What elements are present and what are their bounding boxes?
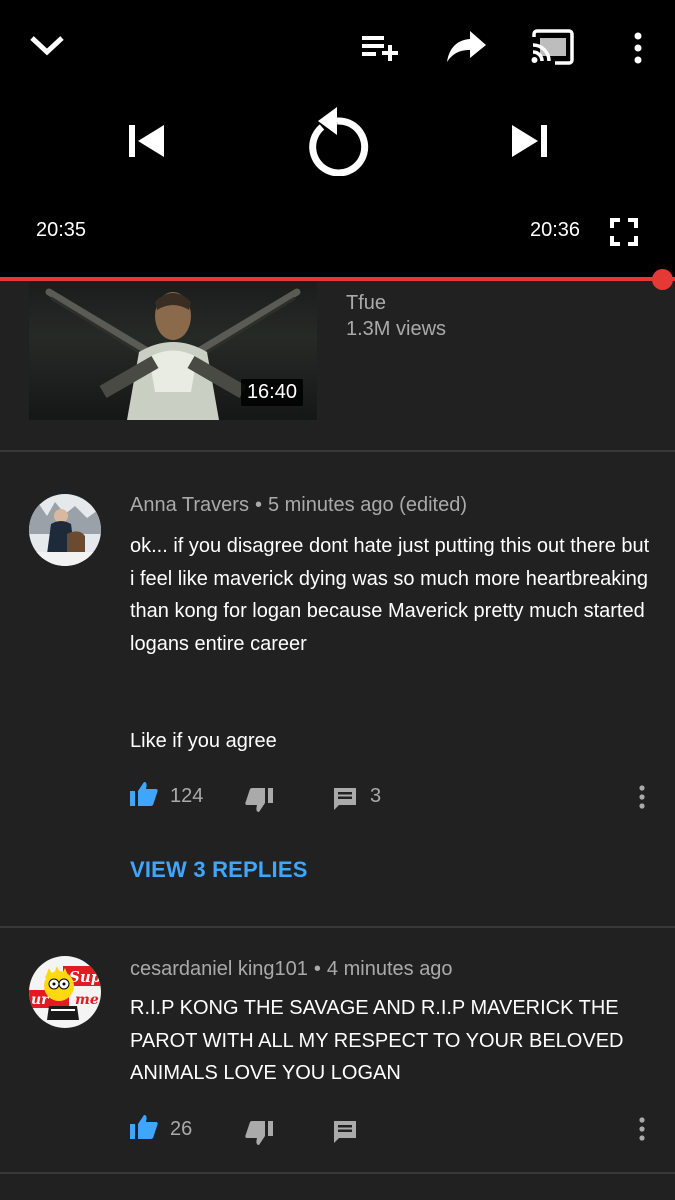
comment-text: R.I.P KONG THE SAVAGE AND R.I.P MAVERICK… [130, 997, 628, 1084]
next-icon[interactable] [510, 124, 548, 158]
dislike-icon[interactable] [245, 787, 273, 813]
divider [0, 1172, 675, 1174]
comment-time: 4 minutes ago [326, 958, 453, 980]
replay-icon[interactable] [304, 106, 370, 176]
avatar[interactable]: Sup ur me [29, 956, 101, 1028]
comment-author[interactable]: Anna Travers [130, 494, 249, 516]
cast-icon[interactable] [531, 29, 575, 65]
comment: Sup ur me cesardaniel king101 • 4 minutes … [0, 928, 675, 1172]
dislike-icon[interactable] [245, 1120, 273, 1146]
video-player[interactable]: 20:35 20:36 [0, 0, 675, 280]
fullscreen-icon[interactable] [610, 218, 638, 246]
current-time: 20:35 [36, 219, 87, 241]
comment-meta: cesardaniel king101 • 4 minutes ago [130, 958, 453, 981]
comment-options-icon[interactable] [637, 785, 647, 809]
comment: Anna Travers • 5 minutes ago (edited) ok..… [0, 452, 675, 926]
reply-icon[interactable] [332, 786, 358, 812]
reply-icon[interactable] [332, 1119, 358, 1145]
svg-text:Sup: Sup [69, 968, 101, 986]
end-time: 20:36 [530, 219, 581, 241]
comment-options-icon[interactable] [637, 1117, 647, 1141]
reply-count: 3 [370, 785, 382, 807]
comment-meta: Anna Travers • 5 minutes ago (edited) [130, 494, 467, 517]
meta-separator: • [313, 958, 321, 980]
add-to-playlist-icon[interactable] [360, 32, 400, 62]
like-icon[interactable] [130, 781, 158, 807]
view-replies-link[interactable]: VIEW 3 REPLIES [130, 857, 308, 883]
video-thumbnail[interactable]: 16:40 [29, 282, 317, 420]
previous-icon[interactable] [128, 124, 166, 158]
minimize-chevron-icon[interactable] [28, 30, 66, 60]
like-count: 124 [170, 785, 204, 807]
video-duration: 16:40 [240, 379, 303, 406]
avatar[interactable] [29, 494, 101, 566]
meta-separator: • [254, 494, 262, 516]
comment-text: ok... if you disagree dont hate just put… [130, 535, 650, 752]
svg-text:me: me [75, 992, 99, 1008]
share-icon[interactable] [446, 30, 488, 64]
more-options-icon[interactable] [631, 32, 645, 64]
comment-author[interactable]: cesardaniel king101 [130, 958, 308, 980]
comment-time: 5 minutes ago (edited) [267, 494, 467, 516]
related-video-card[interactable]: 16:40 Tfue 1.3M views [0, 282, 675, 450]
progress-bar[interactable] [0, 277, 675, 281]
view-count: 1.3M views [346, 318, 447, 340]
like-count: 26 [170, 1118, 193, 1140]
like-icon[interactable] [130, 1114, 158, 1140]
channel-name: Tfue [346, 292, 387, 314]
